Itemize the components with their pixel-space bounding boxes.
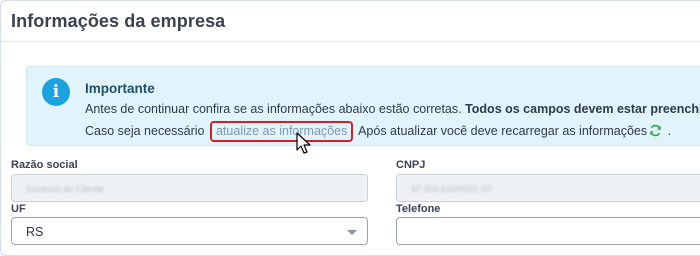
uf-selected-value: RS bbox=[26, 225, 44, 239]
alert-message-line2: Caso seja necessário atualize as informa… bbox=[85, 121, 671, 142]
company-info-panel: Informações da empresa i Importante Ante… bbox=[0, 0, 700, 256]
info-icon: i bbox=[42, 78, 70, 106]
alert-message-line1: Antes de continuar confira se as informa… bbox=[85, 102, 700, 116]
refresh-icon[interactable] bbox=[649, 124, 662, 140]
razao-social-label: Razão social bbox=[11, 159, 78, 171]
chevron-down-icon bbox=[347, 230, 357, 235]
uf-select[interactable]: RS bbox=[11, 217, 368, 245]
title-divider bbox=[1, 41, 700, 42]
alert-title: Importante bbox=[85, 81, 155, 96]
update-info-link[interactable]: atualize as informações bbox=[209, 121, 354, 142]
page-title: Informações da empresa bbox=[11, 11, 226, 31]
mouse-cursor-icon bbox=[296, 132, 311, 154]
cnpj-label: CNPJ bbox=[396, 159, 426, 171]
telefone-field[interactable] bbox=[396, 217, 700, 245]
alert-message-text: Antes de continuar confira se as informa… bbox=[85, 102, 466, 116]
alert-line2-end: . bbox=[664, 124, 672, 138]
razao-social-value: Sucesso do Cliente bbox=[26, 184, 104, 194]
info-alert: i Importante Antes de continuar confira … bbox=[26, 66, 700, 146]
alert-line2-before: Caso seja necessário bbox=[85, 124, 208, 138]
uf-label: UF bbox=[11, 203, 26, 215]
cnpj-value: 97.304.610/0001-07 bbox=[411, 184, 492, 194]
alert-message-bold: Todos os campos devem estar preenchidos. bbox=[465, 102, 700, 116]
telefone-label: Telefone bbox=[396, 203, 441, 215]
razao-social-field[interactable]: Sucesso do Cliente bbox=[11, 174, 368, 202]
alert-line2-after: Após atualizar você deve recarregar as i… bbox=[355, 124, 648, 138]
cnpj-field[interactable]: 97.304.610/0001-07 bbox=[396, 174, 700, 202]
